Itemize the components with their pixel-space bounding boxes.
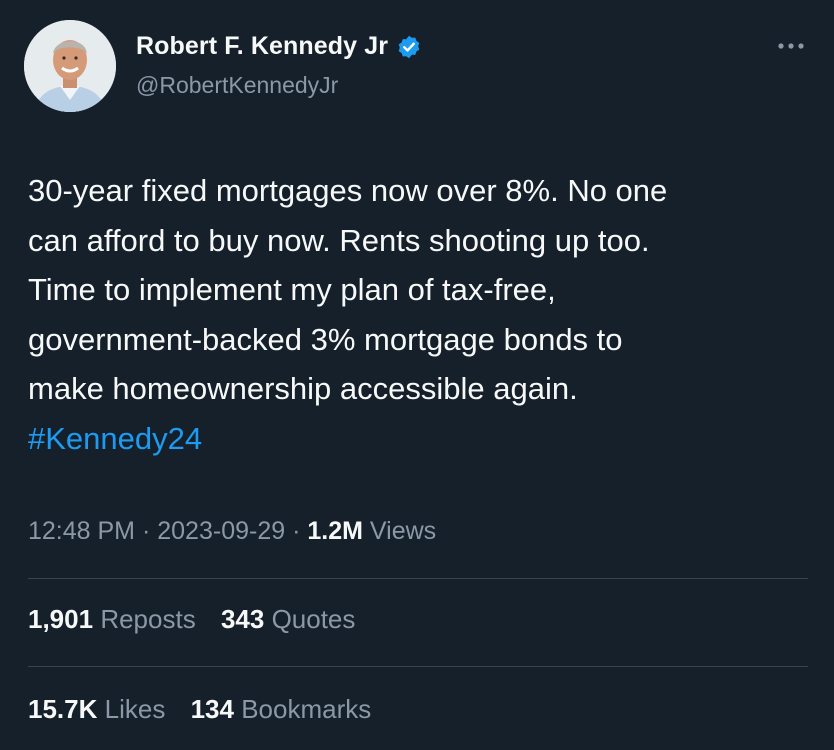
quotes-count: 343	[220, 604, 265, 634]
verified-badge-icon	[398, 35, 420, 58]
meta-separator: ·	[292, 517, 301, 545]
reposts-stat[interactable]: 1,901 Reposts	[28, 604, 196, 635]
quotes-label: Quotes	[271, 604, 356, 634]
bookmarks-label: Bookmarks	[241, 694, 372, 724]
author-handle[interactable]: @RobertKennedyJr	[136, 72, 338, 99]
views-label: Views	[369, 517, 437, 545]
avatar-image	[24, 20, 116, 112]
likes-label: Likes	[104, 694, 166, 724]
reposts-label: Reposts	[100, 604, 196, 634]
tweet-date[interactable]: 2023-09-29	[157, 517, 285, 545]
divider	[28, 666, 808, 667]
tweet-meta: 12:48 PM · 2023-09-29 · 1.2M Views	[28, 517, 436, 546]
tweet-detail: Robert F. Kennedy Jr @RobertKennedyJr 30…	[0, 0, 834, 750]
likes-count: 15.7K	[28, 694, 98, 724]
bookmarks-count: 134	[190, 694, 234, 724]
views-count: 1.2M	[307, 517, 363, 545]
author-display-name[interactable]: Robert F. Kennedy Jr	[136, 32, 388, 61]
divider	[28, 578, 808, 579]
author-name-row[interactable]: Robert F. Kennedy Jr	[136, 32, 422, 61]
reposts-count: 1,901	[28, 604, 94, 634]
tweet-text: 30-year fixed mortgages now over 8%. No …	[28, 166, 808, 463]
top-edge	[0, 0, 834, 10]
meta-separator: ·	[141, 517, 151, 545]
likes-stat[interactable]: 15.7K Likes	[28, 694, 165, 725]
more-options-icon[interactable]	[775, 38, 807, 54]
hashtag-link[interactable]: #Kennedy24	[28, 421, 202, 456]
engagement-row-reposts: 1,901 Reposts 343 Quotes	[28, 604, 373, 635]
tweet-body: 30-year fixed mortgages now over 8%. No …	[28, 173, 668, 406]
tweet-time[interactable]: 12:48 PM	[28, 517, 135, 545]
bookmarks-stat[interactable]: 134 Bookmarks	[191, 694, 372, 725]
engagement-row-likes: 15.7K Likes 134 Bookmarks	[28, 694, 389, 725]
avatar[interactable]	[24, 20, 116, 112]
quotes-stat[interactable]: 343 Quotes	[221, 604, 355, 635]
